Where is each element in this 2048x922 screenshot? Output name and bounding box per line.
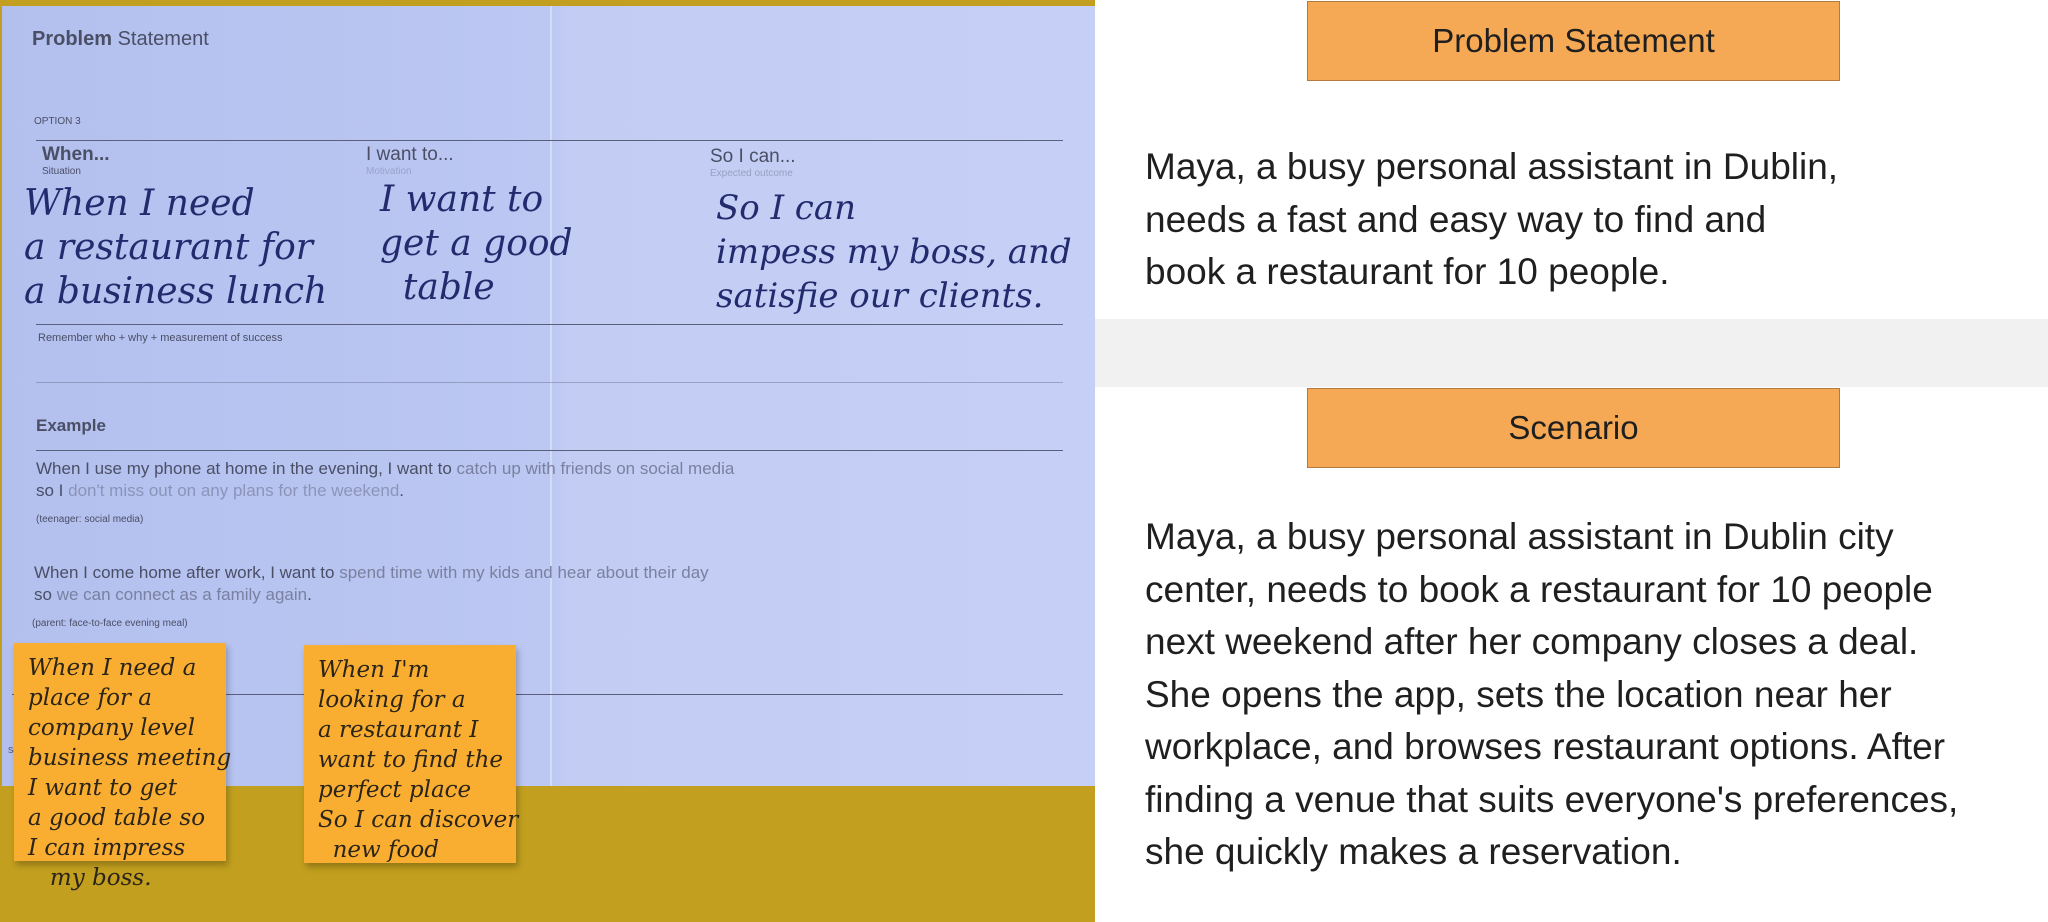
- example-heading: Example: [36, 416, 106, 435]
- column-heading-want: I want to...: [366, 144, 454, 165]
- section-separator: [1095, 319, 2048, 387]
- worksheet-title: Problem Statement: [32, 28, 209, 50]
- scenario-text: Maya, a busy personal assistant in Dubli…: [1145, 516, 1959, 872]
- problem-statement-photo: Problem Statement OPTION 3 When... Situa…: [0, 0, 1095, 922]
- reminder-text: Remember who + why + measurement of succ…: [38, 332, 283, 344]
- divider: [36, 140, 1063, 141]
- problem-statement-text: Maya, a busy personal assistant in Dubli…: [1145, 146, 1839, 292]
- column-sub-when: Situation: [42, 166, 81, 177]
- sticky-note-2: When I'm looking for a a restaurant I wa…: [304, 645, 518, 863]
- column-heading-when: When...: [42, 144, 110, 165]
- handwriting-want: I want to get a good table: [380, 179, 573, 308]
- divider: [36, 382, 1063, 383]
- divider: [36, 324, 1063, 325]
- column-heading-so: So I can...: [710, 146, 796, 167]
- example-2-tag: (parent: face-to-face evening meal): [32, 618, 188, 629]
- handwriting-when: When I need a restaurant for a business …: [24, 183, 328, 312]
- paper-fold: [550, 6, 552, 786]
- example-1-tag: (teenager: social media): [36, 514, 144, 525]
- example-2: When I come home after work, I want to s…: [34, 563, 709, 604]
- option-label: OPTION 3: [34, 116, 81, 127]
- column-sub-want: Motivation: [366, 166, 412, 177]
- example-1: When I use my phone at home in the eveni…: [36, 459, 735, 500]
- handwriting-so: So I can impess my boss, and satisfie ou…: [716, 188, 1072, 316]
- column-sub-so: Expected outcome: [710, 168, 793, 179]
- scenario-button[interactable]: Scenario: [1307, 388, 1840, 468]
- sticky-note-1: When I need a place for a company level …: [14, 643, 231, 891]
- divider: [36, 450, 1063, 451]
- problem-statement-button[interactable]: Problem Statement: [1307, 1, 1840, 81]
